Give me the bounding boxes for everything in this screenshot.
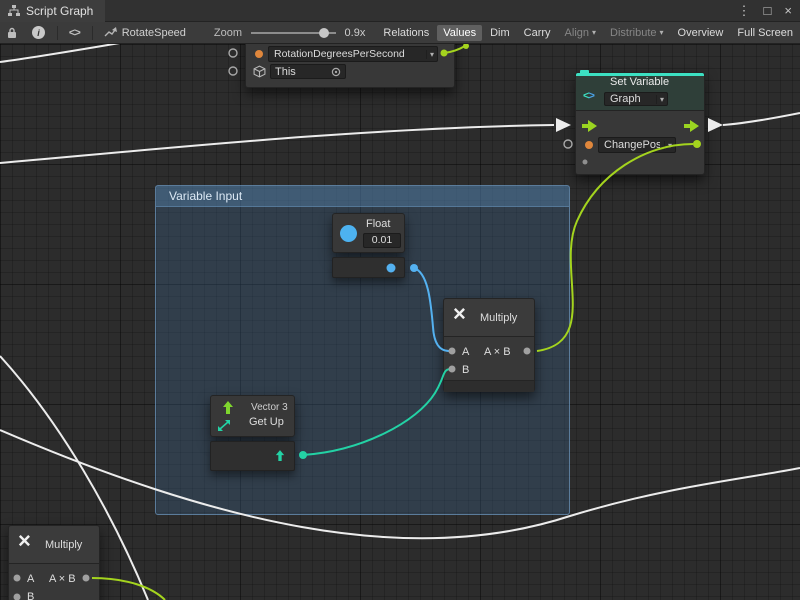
vector-output-port-icon[interactable]	[275, 450, 285, 462]
graph-canvas[interactable]: Variable Input RotationDegreesPerSecond …	[0, 44, 800, 600]
info-icon: i	[32, 26, 45, 39]
wire-flow-out-of-set-variable[interactable]	[723, 113, 800, 125]
variable-name-dropdown[interactable]: ChangePos ▾	[598, 137, 676, 153]
node-vector3-get-up[interactable]: Vector 3 Get Up	[210, 395, 295, 437]
port-label-b: B	[462, 364, 469, 376]
close-icon[interactable]: ×	[784, 3, 792, 18]
bolt-code-icon: <>	[583, 90, 594, 102]
zoom-slider[interactable]	[251, 26, 335, 40]
node-title: Get Up	[249, 416, 284, 428]
tab-script-graph[interactable]: Script Graph	[0, 0, 105, 22]
port-unconnected[interactable]	[229, 49, 237, 57]
toolbar-divider	[57, 26, 58, 40]
target-object-field[interactable]: This	[270, 64, 346, 79]
graph-toolbar: i <> RotateSpeed Zoom 0.9x Relations Val…	[0, 22, 800, 44]
chevron-down-icon: ▾	[664, 141, 672, 150]
code-view-button[interactable]: <>	[69, 27, 80, 39]
group-title: Variable Input	[169, 189, 242, 203]
flow-in-arrow-icon[interactable]	[582, 120, 597, 132]
toolbar-button-carry[interactable]: Carry	[518, 25, 557, 41]
node-title: Set Variable	[610, 76, 669, 88]
variable-scope-dropdown[interactable]: Graph ▾	[604, 92, 668, 106]
zoom-slider-knob[interactable]	[319, 28, 329, 38]
gameobject-cube-icon	[253, 65, 266, 78]
toolbar-divider	[92, 26, 93, 40]
variable-name-dropdown[interactable]: RotationDegreesPerSecond ▾	[268, 46, 438, 62]
lock-button[interactable]	[7, 27, 17, 39]
port-changepos-left[interactable]	[564, 140, 572, 148]
node-title: Multiply	[45, 539, 82, 551]
object-picker-icon[interactable]	[331, 67, 341, 77]
float-value-field[interactable]: 0.01	[363, 233, 401, 248]
zoom-label: Zoom	[214, 27, 242, 39]
wire-endpoint-dot	[463, 44, 469, 49]
multiply-icon: ×	[18, 528, 31, 554]
float-type-icon	[340, 225, 357, 242]
node-multiply[interactable]: × Multiply A A × B B	[8, 525, 100, 600]
wire-flow-into-set-variable[interactable]	[0, 125, 554, 163]
node-title: Float	[366, 218, 390, 230]
toolbar-button-values[interactable]: Values	[437, 25, 482, 41]
port-label-a: A	[27, 573, 34, 585]
chevron-down-icon: ▾	[660, 28, 664, 37]
chevron-down-icon: ▾	[426, 50, 434, 59]
port-label-b: B	[27, 591, 34, 600]
node-type-label: Vector 3	[251, 402, 288, 413]
group-header[interactable]: Variable Input	[156, 186, 569, 207]
port-unconnected[interactable]	[229, 67, 237, 75]
toolbar-button-dim[interactable]: Dim	[484, 25, 516, 41]
toolbar-button-distribute[interactable]: Distribute▾	[604, 25, 669, 41]
titlebar: Script Graph ⋮ □ ×	[0, 0, 800, 22]
window-title: Script Graph	[26, 4, 93, 18]
node-float-literal[interactable]: Float 0.01	[332, 213, 405, 253]
toolbar-buttons: Relations Values Dim Carry Align▾ Distri…	[376, 22, 800, 44]
graph-icon	[8, 5, 20, 17]
vector-axes-icon	[217, 419, 231, 432]
chevron-down-icon: ▾	[592, 28, 596, 37]
wire-flow-top-left[interactable]	[0, 44, 150, 62]
node-multiply[interactable]: × Multiply A A × B B	[443, 298, 535, 392]
variable-kind-dot	[585, 141, 593, 149]
port-label-output: A × B	[49, 573, 76, 585]
toolbar-button-overview[interactable]: Overview	[672, 25, 730, 41]
node-title: Multiply	[480, 312, 517, 324]
toolbar-button-relations[interactable]: Relations	[377, 25, 435, 41]
port-label-a: A	[462, 346, 469, 358]
zoom-value: 0.9x	[345, 27, 369, 39]
toolbar-button-fullscreen[interactable]: Full Screen	[731, 25, 799, 41]
graph-reference-icon	[104, 27, 117, 38]
node-get-variable[interactable]: RotationDegreesPerSecond ▾ This	[245, 44, 455, 88]
node-footer	[444, 380, 534, 392]
wire-arrow-head	[556, 118, 571, 132]
float-output-port-bar[interactable]	[332, 257, 405, 278]
more-options-icon[interactable]: ⋮	[738, 3, 751, 19]
multiply-icon: ×	[453, 301, 466, 327]
script-graph-window: Script Graph ⋮ □ × i <> Rotate	[0, 0, 800, 600]
up-arrow-icon	[222, 401, 234, 415]
vector-output-port-bar[interactable]	[210, 441, 295, 471]
maximize-icon[interactable]: □	[764, 3, 772, 18]
variable-kind-dot	[255, 50, 263, 58]
wire-arrow-head	[708, 118, 723, 132]
info-button[interactable]: i	[32, 26, 45, 39]
chevron-down-icon: ▾	[656, 95, 664, 104]
code-icon: <>	[69, 27, 80, 39]
port-label-output: A × B	[484, 346, 511, 358]
flow-out-arrow-icon[interactable]	[684, 120, 699, 132]
toolbar-button-align[interactable]: Align▾	[559, 25, 602, 41]
lock-icon	[7, 27, 17, 39]
graph-reference[interactable]: RotateSpeed	[104, 27, 186, 39]
wire-multiply2-output[interactable]	[92, 578, 165, 600]
graph-name-label: RotateSpeed	[122, 27, 186, 39]
node-set-variable[interactable]: Set Variable <> Graph ▾ ChangePos ▾	[575, 72, 705, 175]
